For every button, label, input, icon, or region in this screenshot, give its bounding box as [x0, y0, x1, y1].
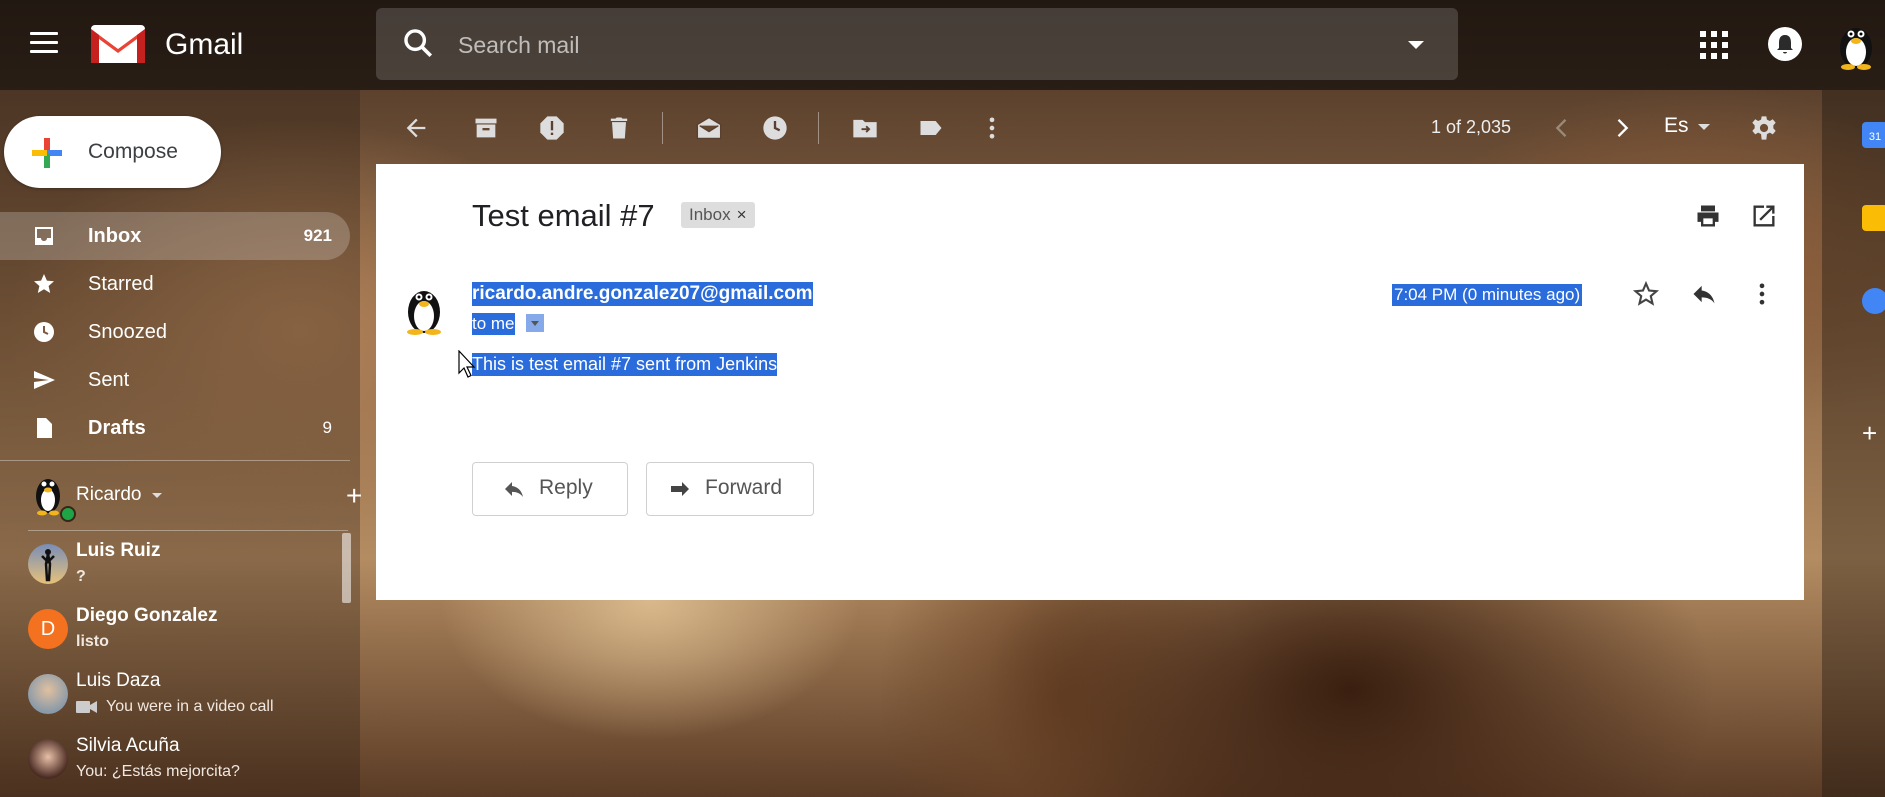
- contact-name: Luis Ruiz: [76, 540, 161, 561]
- input-tools-language[interactable]: Es: [1664, 114, 1689, 138]
- unread-count: 921: [303, 226, 332, 245]
- contact-name: Diego Gonzalez: [76, 605, 218, 626]
- move-to-icon[interactable]: [851, 114, 879, 142]
- reply-icon[interactable]: [1690, 280, 1718, 308]
- older-chevron-icon[interactable]: [1608, 114, 1636, 142]
- more-vert-icon[interactable]: [978, 114, 1006, 142]
- reply-icon: [505, 482, 523, 497]
- forward-icon: [671, 482, 689, 496]
- toolbar-separator: [818, 112, 819, 144]
- calendar-icon[interactable]: 31: [1862, 122, 1885, 148]
- report-spam-icon[interactable]: [538, 114, 566, 142]
- language-dropdown-icon[interactable]: [1698, 124, 1710, 130]
- sender-avatar[interactable]: [400, 282, 448, 336]
- newer-chevron-icon[interactable]: [1548, 114, 1576, 142]
- tasks-icon[interactable]: [1862, 288, 1885, 314]
- search-options-icon[interactable]: [1408, 41, 1424, 49]
- delete-icon[interactable]: [605, 114, 633, 142]
- hangouts-divider: [28, 530, 348, 531]
- contact-name: Luis Daza: [76, 670, 161, 691]
- contact-message: You were in a video call: [106, 698, 274, 715]
- nav-label: Starred: [88, 273, 154, 295]
- keep-icon[interactable]: [1862, 205, 1885, 231]
- contact-avatar: [28, 674, 68, 714]
- reply-button[interactable]: Reply: [472, 462, 628, 516]
- search-input[interactable]: [456, 24, 1360, 66]
- nav-label: Snoozed: [88, 321, 167, 343]
- sender-email[interactable]: ricardo.andre.gonzalez07@gmail.com: [472, 282, 813, 306]
- reply-button-label: Reply: [539, 476, 593, 499]
- search-bar[interactable]: [376, 8, 1458, 80]
- hangouts-user-name: Ricardo: [76, 484, 142, 505]
- label-icon[interactable]: [917, 114, 945, 142]
- nav-inbox[interactable]: Inbox 921: [0, 212, 350, 260]
- inbox-icon: [35, 227, 53, 245]
- inbox-label-chip[interactable]: Inbox ×: [681, 202, 755, 228]
- draft-icon: [37, 418, 52, 438]
- plus-icon: [32, 138, 62, 168]
- email-subject: Test email #7: [472, 198, 655, 233]
- star-icon: [34, 274, 54, 293]
- forward-button[interactable]: Forward: [646, 462, 814, 516]
- contact-avatar: D: [28, 609, 68, 649]
- remove-label-icon[interactable]: ×: [737, 205, 747, 224]
- contact-avatar: [28, 739, 68, 779]
- mark-unread-icon[interactable]: [695, 114, 723, 142]
- forward-button-label: Forward: [705, 476, 783, 499]
- contact-message: ?: [76, 568, 86, 585]
- pagination-text: 1 of 2,035: [1431, 117, 1512, 137]
- settings-gear-icon[interactable]: [1750, 114, 1778, 142]
- new-chat-plus-icon[interactable]: +: [346, 480, 362, 512]
- open-in-new-window-icon[interactable]: [1750, 202, 1778, 230]
- star-outline-icon[interactable]: [1632, 280, 1660, 308]
- chevron-down-icon[interactable]: [152, 493, 162, 498]
- nav-label: Sent: [88, 369, 130, 391]
- hangout-contact[interactable]: Luis Ruiz ?: [28, 540, 348, 602]
- snooze-icon[interactable]: [761, 114, 789, 142]
- print-icon[interactable]: [1694, 202, 1722, 230]
- nav-label: Inbox: [88, 225, 142, 247]
- sidebar-divider: [0, 460, 350, 461]
- nav-drafts[interactable]: Drafts 9: [0, 404, 350, 452]
- mouse-cursor-icon: [458, 350, 476, 378]
- compose-label: Compose: [88, 140, 178, 163]
- drafts-count: 9: [322, 418, 332, 437]
- label-text: Inbox: [689, 205, 731, 224]
- message-body: This is test email #7 sent from Jenkins: [472, 353, 778, 376]
- nav-snoozed[interactable]: Snoozed: [0, 308, 350, 356]
- add-on-plus-icon[interactable]: +: [1862, 418, 1877, 449]
- toolbar-separator: [662, 112, 663, 144]
- more-options-icon[interactable]: [1748, 280, 1776, 308]
- nav-starred[interactable]: Starred: [0, 260, 350, 308]
- notifications-icon[interactable]: [1768, 27, 1802, 61]
- hangout-contact[interactable]: D Diego Gonzalez listo: [28, 605, 348, 667]
- clock-icon: [34, 322, 54, 342]
- recipient-details-icon[interactable]: [526, 314, 544, 332]
- contact-message: listo: [76, 633, 109, 650]
- video-call-icon: [76, 701, 97, 713]
- nav-label: Drafts: [88, 417, 146, 439]
- google-apps-icon[interactable]: [1700, 31, 1728, 59]
- message-timestamp: 7:04 PM (0 minutes ago): [1392, 284, 1583, 306]
- back-arrow-icon[interactable]: [402, 114, 430, 142]
- gmail-brand: Gmail: [165, 28, 244, 61]
- contact-name: Silvia Acuña: [76, 735, 180, 756]
- send-icon: [34, 371, 55, 389]
- recipient-summary: to me: [472, 313, 515, 335]
- archive-icon[interactable]: [472, 114, 500, 142]
- online-status-icon: [60, 506, 76, 522]
- hangouts-scrollbar[interactable]: [342, 533, 351, 603]
- contact-avatar: [28, 544, 68, 584]
- account-avatar[interactable]: [1832, 18, 1880, 70]
- contact-message: You: ¿Estás mejorcita?: [76, 763, 240, 780]
- compose-button[interactable]: Compose: [4, 116, 221, 188]
- hangout-contact[interactable]: Luis Daza You were in a video call: [28, 670, 348, 732]
- gmail-logo[interactable]: [90, 22, 146, 64]
- nav-sent[interactable]: Sent: [0, 356, 350, 404]
- search-icon[interactable]: [401, 26, 435, 60]
- hangouts-user[interactable]: Ricardo +: [30, 470, 362, 522]
- hangout-contact[interactable]: Silvia Acuña You: ¿Estás mejorcita?: [28, 735, 348, 797]
- message-panel: Test email #7 Inbox × ricardo.andre.gonza…: [376, 164, 1804, 600]
- main-menu-icon[interactable]: [30, 32, 58, 54]
